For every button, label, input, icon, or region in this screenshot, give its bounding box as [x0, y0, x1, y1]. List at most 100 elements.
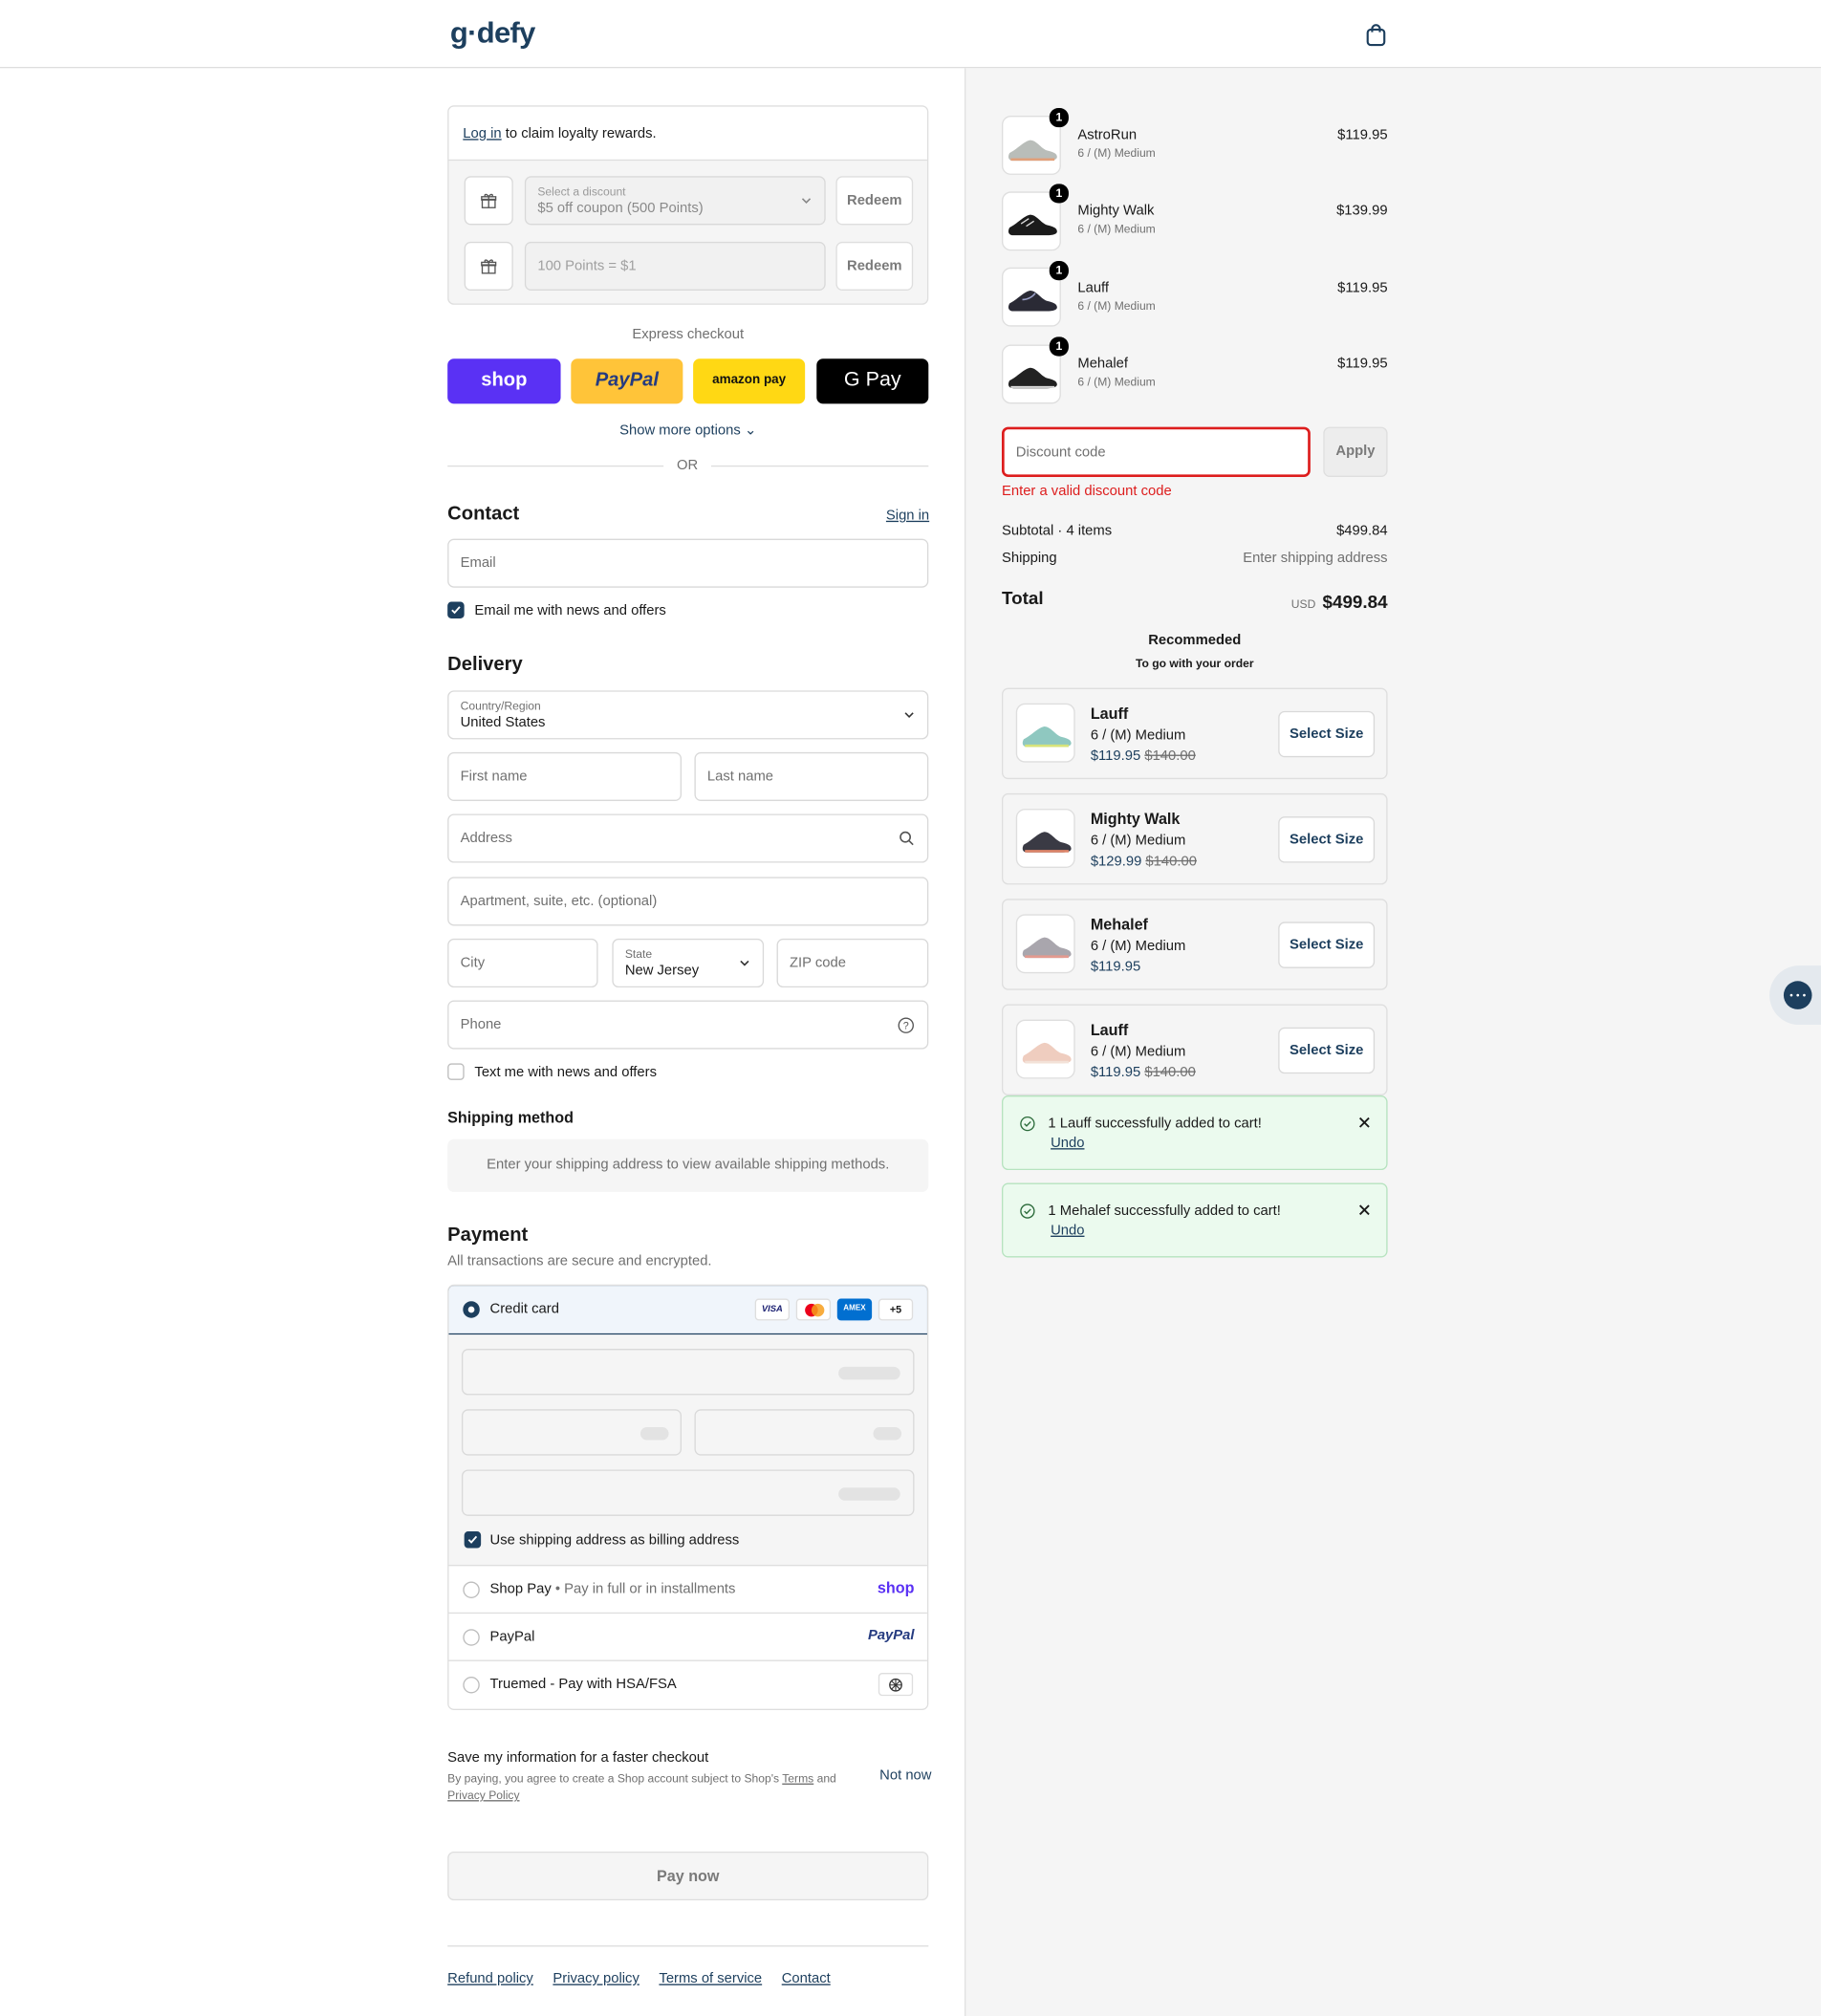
credit-card-radio[interactable]	[463, 1301, 480, 1318]
amazon-pay-express-button[interactable]: amazon pay	[693, 358, 806, 404]
quantity-badge: 1	[1049, 261, 1069, 281]
paypal-radio[interactable]	[463, 1629, 480, 1646]
not-now-button[interactable]: Not now	[879, 1768, 931, 1784]
site-logo[interactable]: g·defy	[450, 15, 535, 50]
undo-link[interactable]: Undo	[1051, 1136, 1084, 1151]
toast-message: 1 Mehalef successfully added to cart!	[1048, 1203, 1281, 1220]
shopping-bag-icon[interactable]	[1363, 22, 1389, 48]
select-size-button[interactable]: Select Size	[1278, 1027, 1376, 1074]
terms-of-service-link[interactable]: Terms of service	[659, 1971, 762, 1986]
quantity-badge: 1	[1049, 107, 1069, 128]
recommended-item: Lauff 6 / (M) Medium $119.95 $140.00 Sel…	[1001, 1004, 1388, 1096]
item-price: $119.95	[1337, 280, 1388, 296]
check-circle-icon	[1020, 1116, 1035, 1132]
delivery-heading: Delivery	[447, 653, 523, 676]
zip-input[interactable]: ZIP code	[776, 938, 929, 988]
rec-item-name[interactable]: Lauff	[1091, 705, 1128, 723]
google-pay-express-button[interactable]: G Pay	[816, 358, 929, 404]
name-on-card-field[interactable]	[461, 1469, 915, 1516]
country-select[interactable]: Country/Region United States	[447, 690, 929, 740]
last-name-input[interactable]: Last name	[694, 751, 929, 801]
pay-now-button[interactable]: Pay now	[447, 1851, 929, 1901]
state-select[interactable]: State New Jersey	[612, 938, 765, 988]
credit-card-option[interactable]: Credit card VISA AMEX +5	[448, 1286, 927, 1335]
phone-input[interactable]: Phone ?	[447, 1000, 929, 1050]
shipping-method-heading: Shipping method	[447, 1108, 574, 1127]
privacy-policy-footer-link[interactable]: Privacy policy	[553, 1971, 639, 1986]
shop-pay-radio[interactable]	[463, 1581, 480, 1598]
checkmark-icon	[467, 1535, 478, 1544]
first-name-input[interactable]: First name	[447, 751, 683, 801]
truemed-radio[interactable]	[463, 1677, 480, 1694]
shop-pay-option[interactable]: Shop Pay • Pay in full or in installment…	[448, 1564, 927, 1613]
close-icon[interactable]	[1358, 1116, 1371, 1129]
discount-code-input[interactable]: Discount code	[1001, 426, 1311, 478]
terms-link[interactable]: Terms	[782, 1772, 813, 1785]
redeem-points-button[interactable]: Redeem	[835, 241, 914, 291]
payment-heading: Payment	[447, 1224, 529, 1246]
rec-item-compare-price: $140.00	[1145, 854, 1197, 870]
toast-message: 1 Lauff successfully added to cart!	[1048, 1116, 1262, 1132]
express-checkout-title: Express checkout	[632, 326, 745, 342]
shoe-image	[1022, 726, 1072, 748]
subtotal-label: Subtotal · 4 items	[1001, 523, 1113, 539]
gift-icon	[464, 241, 513, 291]
paypal-option[interactable]: PayPal PayPal	[448, 1612, 927, 1660]
redeem-button[interactable]: Redeem	[835, 176, 914, 226]
apply-discount-button[interactable]: Apply	[1323, 426, 1388, 478]
total-value: USD $499.84	[1290, 591, 1388, 613]
privacy-policy-link[interactable]: Privacy Policy	[447, 1788, 519, 1801]
select-size-button[interactable]: Select Size	[1278, 710, 1376, 758]
rec-item-price: $119.95	[1090, 959, 1141, 975]
svg-text:?: ?	[903, 1020, 909, 1031]
points-input[interactable]: 100 Points = $1	[524, 241, 826, 291]
rec-item-name[interactable]: Mighty Walk	[1091, 810, 1181, 828]
select-size-button[interactable]: Select Size	[1278, 921, 1376, 968]
payment-subtitle: All transactions are secure and encrypte…	[447, 1253, 712, 1269]
login-link[interactable]: Log in	[463, 126, 501, 141]
checkmark-icon	[451, 606, 461, 615]
billing-address-label: Use shipping address as billing address	[489, 1532, 740, 1549]
chevron-down-icon: ⌄	[744, 423, 757, 439]
more-cards-badge: +5	[878, 1298, 914, 1321]
select-size-button[interactable]: Select Size	[1278, 816, 1376, 863]
quantity-badge: 1	[1049, 184, 1069, 204]
rec-item-variant: 6 / (M) Medium	[1090, 833, 1186, 849]
paypal-express-button[interactable]: PayPal	[571, 358, 683, 404]
rec-item-variant: 6 / (M) Medium	[1090, 1044, 1186, 1060]
security-code-field[interactable]	[694, 1409, 915, 1456]
contact-link[interactable]: Contact	[782, 1971, 831, 1986]
item-name: Lauff	[1077, 280, 1110, 296]
chevron-down-icon	[904, 712, 914, 719]
email-news-checkbox[interactable]	[447, 601, 465, 618]
card-number-field[interactable]	[461, 1349, 915, 1396]
site-header: g·defy	[0, 0, 1821, 69]
visa-icon: VISA	[754, 1298, 791, 1321]
subtotal-value: $499.84	[1336, 523, 1388, 539]
sign-in-link[interactable]: Sign in	[886, 508, 929, 523]
text-news-checkbox[interactable]	[447, 1063, 465, 1080]
cart-toast: 1 Lauff successfully added to cart! Undo	[1001, 1095, 1388, 1171]
city-input[interactable]: City	[447, 938, 598, 988]
discount-select[interactable]: Select a discount $5 off coupon (500 Poi…	[524, 176, 826, 226]
chat-bubble-icon[interactable]	[1783, 981, 1812, 1009]
refund-policy-link[interactable]: Refund policy	[447, 1971, 533, 1986]
address-input[interactable]: Address	[447, 813, 929, 863]
billing-address-checkbox[interactable]	[464, 1531, 482, 1549]
amex-icon: AMEX	[836, 1298, 873, 1321]
item-variant: 6 / (M) Medium	[1077, 222, 1156, 236]
rec-item-name[interactable]: Lauff	[1091, 1021, 1128, 1039]
close-icon[interactable]	[1358, 1203, 1371, 1216]
help-circle-icon[interactable]: ?	[898, 1017, 914, 1033]
show-more-options-link[interactable]: Show more options ⌄	[447, 422, 928, 439]
email-input[interactable]: Email	[447, 538, 929, 588]
rec-item-name[interactable]: Mehalef	[1091, 916, 1148, 934]
truemed-option[interactable]: Truemed - Pay with HSA/FSA	[448, 1659, 927, 1709]
item-price: $119.95	[1337, 356, 1388, 372]
shop-pay-express-button[interactable]: shop	[447, 358, 561, 404]
chat-widget[interactable]	[1769, 965, 1821, 1026]
item-variant: 6 / (M) Medium	[1077, 299, 1156, 313]
apartment-input[interactable]: Apartment, suite, etc. (optional)	[447, 877, 929, 926]
expiration-field[interactable]	[461, 1409, 683, 1456]
undo-link[interactable]: Undo	[1051, 1223, 1084, 1238]
